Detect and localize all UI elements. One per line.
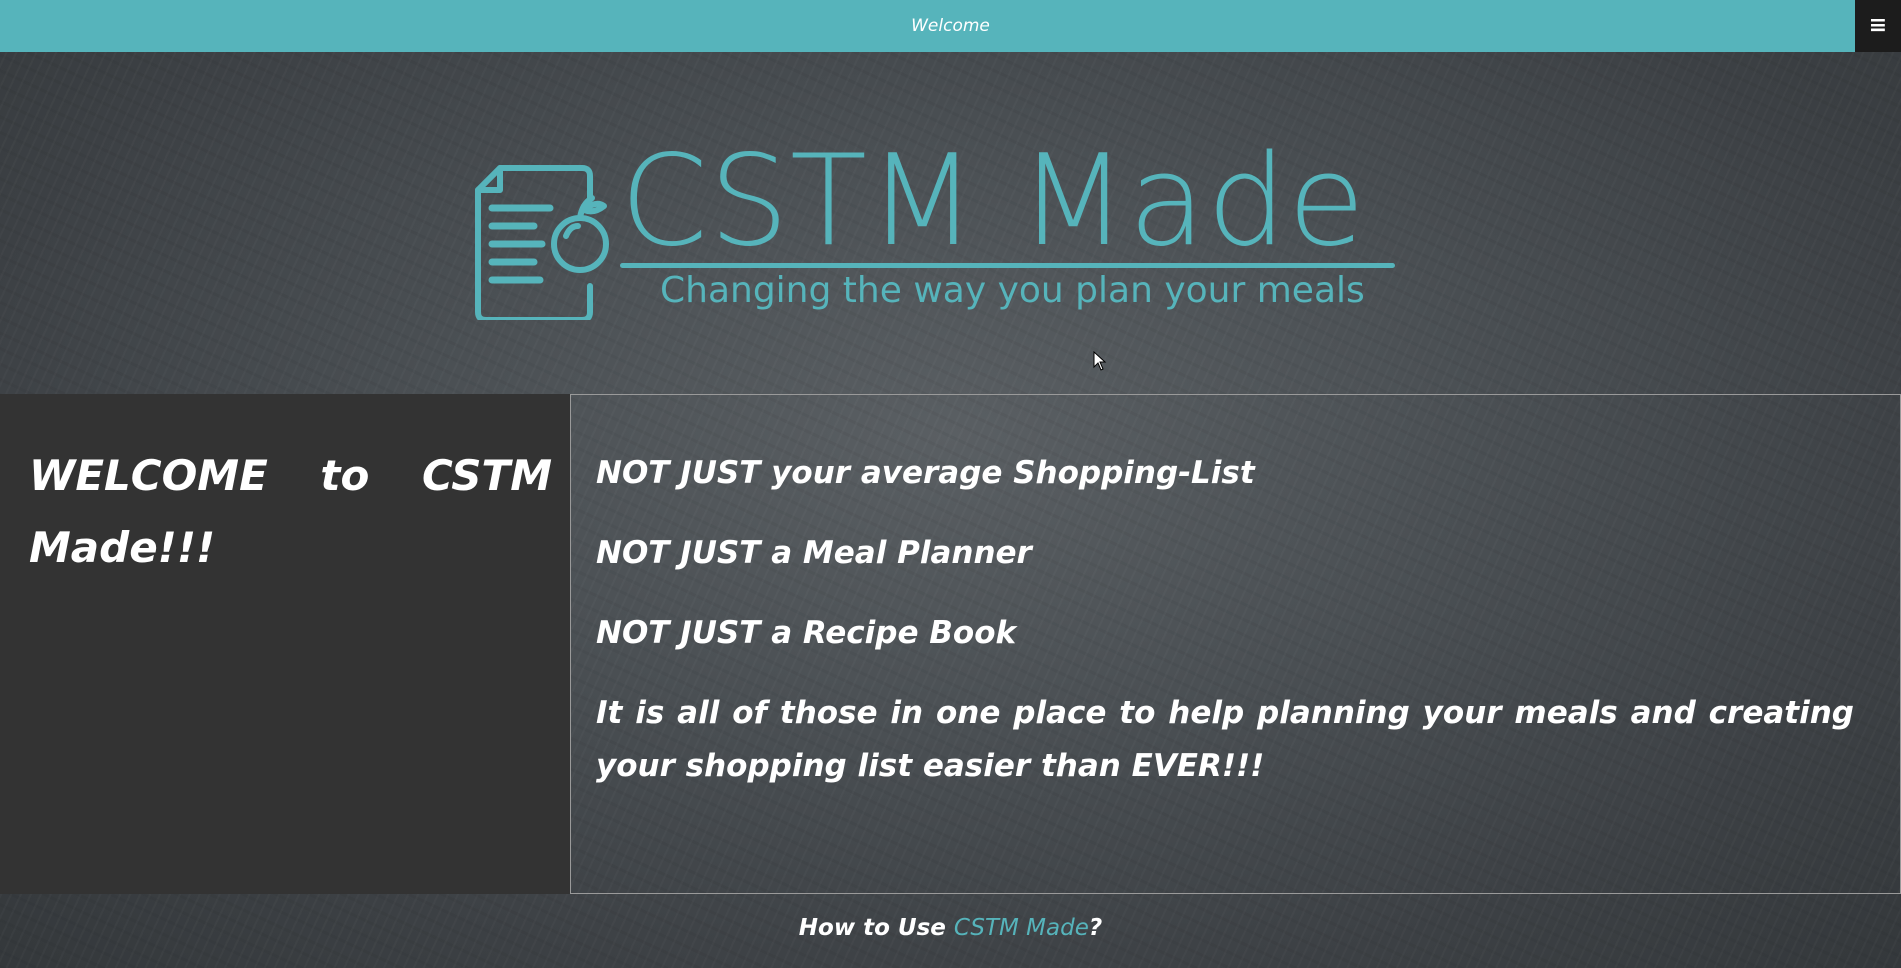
how-to-brand-link[interactable]: CSTM Made xyxy=(954,915,1089,941)
page-title: Welcome xyxy=(911,16,990,36)
how-to-prefix: How to Use xyxy=(798,915,954,941)
feature-shopping-list: NOT JUST your average Shopping-List xyxy=(596,455,1255,491)
feature-meal-planner: NOT JUST a Meal Planner xyxy=(596,535,1032,571)
how-to-use-heading: How to Use CSTM Made? xyxy=(0,915,1901,941)
mouse-cursor-icon xyxy=(1093,351,1107,371)
welcome-heading: WELCOME to CSTM Made!!! xyxy=(29,451,552,572)
logo-tagline: Changing the way you plan your meals xyxy=(660,270,1365,311)
logo-title: CSTM Made xyxy=(620,127,1367,274)
feature-recipe-book: NOT JUST a Recipe Book xyxy=(596,615,1017,651)
logo: CSTM Made Changing the way you plan your… xyxy=(470,138,1410,330)
logo-underline xyxy=(620,263,1395,268)
features-panel: NOT JUST your average Shopping-List NOT … xyxy=(570,394,1901,894)
feature-summary: It is all of those in one place to help … xyxy=(596,695,1854,784)
recipe-document-apple-icon xyxy=(475,165,609,320)
menu-button[interactable]: ≡ xyxy=(1855,0,1901,52)
how-to-suffix: ? xyxy=(1088,915,1103,941)
welcome-panel: WELCOME to CSTM Made!!! xyxy=(0,394,570,894)
top-nav-bar: Welcome ≡ xyxy=(0,0,1901,52)
hamburger-menu-icon: ≡ xyxy=(1868,13,1888,38)
